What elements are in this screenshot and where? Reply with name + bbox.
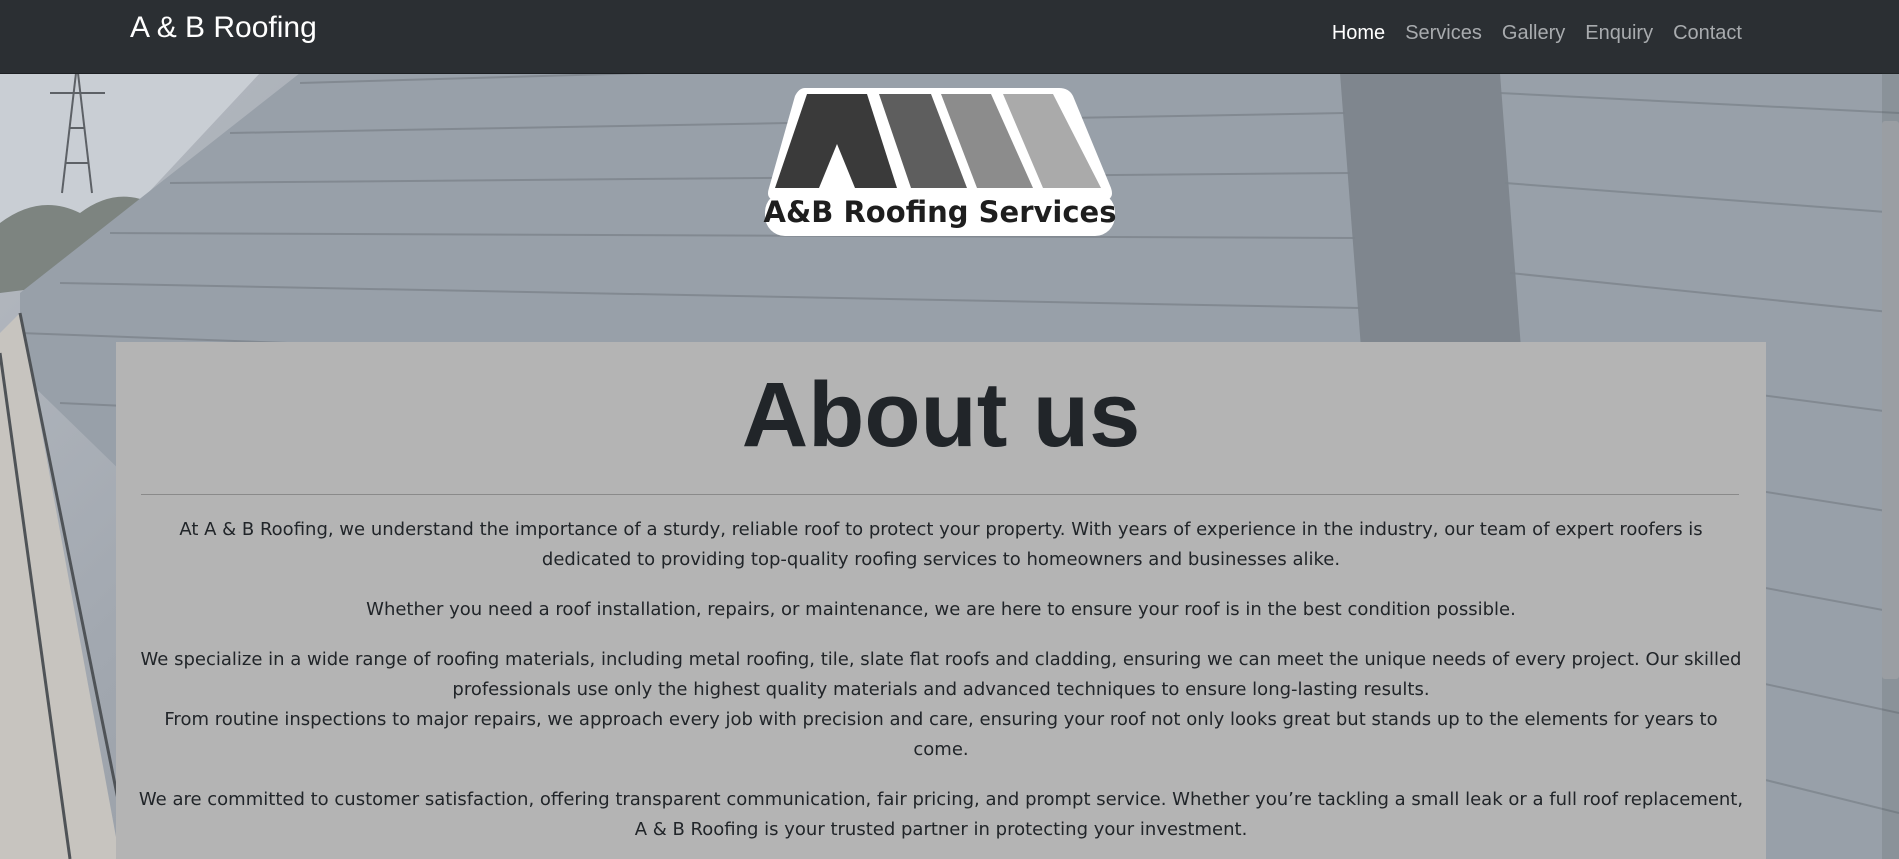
company-logo: A&B Roofing Services xyxy=(763,84,1117,238)
nav-links: Home Services Gallery Enquiry Contact xyxy=(1332,20,1742,46)
about-section: About us At A & B Roofing, we understand… xyxy=(116,342,1766,859)
about-text: At A & B Roofing, we understand the impo… xyxy=(136,515,1746,859)
about-paragraph-2: Whether you need a roof installation, re… xyxy=(366,599,1516,620)
nav-services[interactable]: Services xyxy=(1405,20,1482,46)
about-heading: About us xyxy=(741,364,1141,466)
nav-gallery[interactable]: Gallery xyxy=(1502,20,1565,46)
navbar: A & B Roofing Home Services Gallery Enqu… xyxy=(0,0,1899,74)
page-scrollbar[interactable] xyxy=(1882,73,1899,859)
nav-contact[interactable]: Contact xyxy=(1673,20,1742,46)
about-paragraph-5: We are committed to customer satisfactio… xyxy=(138,789,1744,840)
about-divider xyxy=(141,494,1739,495)
nav-home[interactable]: Home xyxy=(1332,20,1385,46)
scrollbar-thumb[interactable] xyxy=(1882,121,1899,679)
brand-link[interactable]: A & B Roofing xyxy=(130,10,317,46)
nav-enquiry[interactable]: Enquiry xyxy=(1585,20,1653,46)
logo-image: A&B Roofing Services xyxy=(764,88,1117,236)
svg-text:A&B Roofing Services: A&B Roofing Services xyxy=(764,195,1117,229)
about-paragraph-4: From routine inspections to major repair… xyxy=(164,709,1718,760)
about-paragraph-3: We specialize in a wide range of roofing… xyxy=(140,649,1742,700)
about-paragraph-1: At A & B Roofing, we understand the impo… xyxy=(179,519,1703,570)
